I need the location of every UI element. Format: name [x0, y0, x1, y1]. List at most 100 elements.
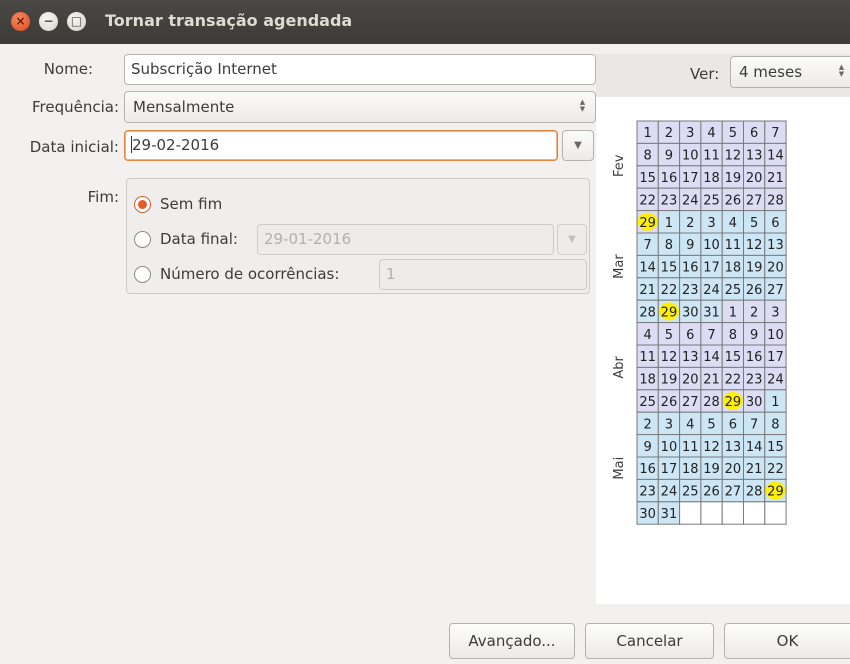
day-cell[interactable] — [700, 501, 723, 525]
day-number: 4 — [729, 216, 737, 231]
radio-no-end[interactable] — [134, 196, 151, 213]
day-number: 6 — [750, 126, 758, 141]
day-number: 15 — [767, 440, 784, 455]
day-cell[interactable] — [764, 501, 787, 525]
day-number: 15 — [661, 261, 678, 276]
day-number: 22 — [725, 373, 742, 388]
day-number: 17 — [661, 462, 678, 477]
day-number: 13 — [682, 350, 699, 365]
day-number: 29 — [767, 485, 784, 500]
radio-occurrences[interactable] — [134, 266, 151, 283]
day-number: 14 — [746, 440, 763, 455]
start-date-value: 29-02-2016 — [132, 136, 220, 154]
start-date-label: Data inicial: — [29, 138, 119, 156]
frequency-value: Mensalmente — [133, 98, 235, 116]
day-number: 13 — [746, 149, 763, 164]
month-label: Mai — [612, 457, 627, 480]
day-number: 29 — [639, 216, 656, 231]
day-number: 30 — [639, 507, 656, 522]
radio-final-date[interactable] — [134, 231, 151, 248]
start-date-dropdown-button[interactable]: ▼ — [562, 130, 594, 161]
day-number: 28 — [639, 305, 656, 320]
day-number: 18 — [639, 373, 656, 388]
day-number: 3 — [665, 417, 673, 432]
radio-final-date-label[interactable]: Data final: — [160, 230, 238, 248]
ok-button[interactable]: OK — [724, 623, 850, 659]
day-number: 24 — [682, 193, 699, 208]
day-number: 7 — [644, 238, 652, 253]
final-date-dropdown-button[interactable]: ▼ — [557, 224, 587, 255]
day-number: 19 — [703, 462, 720, 477]
view-months-combo[interactable]: 4 meses ▲ ▼ — [730, 56, 850, 88]
day-number: 18 — [682, 462, 699, 477]
day-number: 25 — [682, 485, 699, 500]
day-number: 1 — [665, 216, 673, 231]
day-cell[interactable] — [679, 501, 702, 525]
day-number: 20 — [725, 462, 742, 477]
day-number: 2 — [644, 417, 652, 432]
day-number: 2 — [750, 305, 758, 320]
day-number: 10 — [682, 149, 699, 164]
radio-no-end-label[interactable]: Sem fim — [160, 195, 222, 213]
day-number: 5 — [750, 216, 758, 231]
day-number: 15 — [639, 171, 656, 186]
day-number: 19 — [725, 171, 742, 186]
day-number: 8 — [644, 149, 652, 164]
start-date-input[interactable]: 29-02-2016 — [124, 130, 558, 161]
day-number: 11 — [682, 440, 699, 455]
day-number: 13 — [725, 440, 742, 455]
minimize-window-button[interactable]: − — [39, 12, 58, 31]
day-cell[interactable] — [743, 501, 766, 525]
day-number: 12 — [746, 238, 763, 253]
close-window-button[interactable]: × — [11, 12, 30, 31]
calendar-grid[interactable]: 1 2 3 4 5 6 78 9 10 11 12 13 1415 16 17 18 19 20 2122 23 24 2… — [596, 97, 850, 603]
day-number: 24 — [767, 373, 784, 388]
day-number: 21 — [767, 171, 784, 186]
day-number: 10 — [767, 328, 784, 343]
day-number: 28 — [746, 485, 763, 500]
day-number: 21 — [746, 462, 763, 477]
day-number: 1 — [771, 395, 779, 410]
frequency-combo[interactable]: Mensalmente ▲ ▼ — [124, 91, 596, 123]
day-number: 13 — [767, 238, 784, 253]
day-number: 23 — [682, 283, 699, 298]
day-number: 9 — [644, 440, 652, 455]
day-number: 7 — [750, 417, 758, 432]
advanced-button[interactable]: Avançado... — [449, 623, 575, 659]
maximize-window-button[interactable]: □ — [67, 12, 86, 31]
final-date-input[interactable]: 29-01-2016 — [257, 224, 554, 255]
title-bar: × − □ Tornar transação agendada — [0, 0, 850, 44]
day-number: 24 — [661, 485, 678, 500]
day-number: 8 — [729, 328, 737, 343]
day-number: 27 — [746, 193, 763, 208]
day-number: 7 — [707, 328, 715, 343]
day-number: 12 — [661, 350, 678, 365]
view-label: Ver: — [690, 65, 720, 83]
day-number: 29 — [661, 305, 678, 320]
day-number: 11 — [639, 350, 656, 365]
day-number: 29 — [725, 395, 742, 410]
spin-arrows-icon: ▲ ▼ — [579, 98, 586, 113]
day-number: 6 — [686, 328, 694, 343]
day-number: 15 — [725, 350, 742, 365]
day-number: 12 — [725, 149, 742, 164]
day-number: 18 — [703, 171, 720, 186]
day-number: 27 — [682, 395, 699, 410]
occurrences-input[interactable]: 1 — [379, 259, 587, 290]
day-number: 23 — [746, 373, 763, 388]
day-cell[interactable] — [721, 501, 744, 525]
day-number: 20 — [746, 171, 763, 186]
name-label: Nome: — [43, 60, 93, 78]
day-number: 26 — [746, 283, 763, 298]
day-number: 26 — [725, 193, 742, 208]
day-number: 22 — [661, 283, 678, 298]
radio-occurrences-label[interactable]: Número de ocorrências: — [160, 265, 339, 283]
day-number: 4 — [707, 126, 715, 141]
day-number: 31 — [703, 305, 720, 320]
month-label: Abr — [612, 356, 627, 379]
day-number: 4 — [644, 328, 652, 343]
name-input[interactable]: Subscrição Internet — [124, 54, 596, 85]
day-number: 27 — [725, 485, 742, 500]
day-number: 11 — [703, 149, 720, 164]
cancel-button[interactable]: Cancelar — [585, 623, 714, 659]
